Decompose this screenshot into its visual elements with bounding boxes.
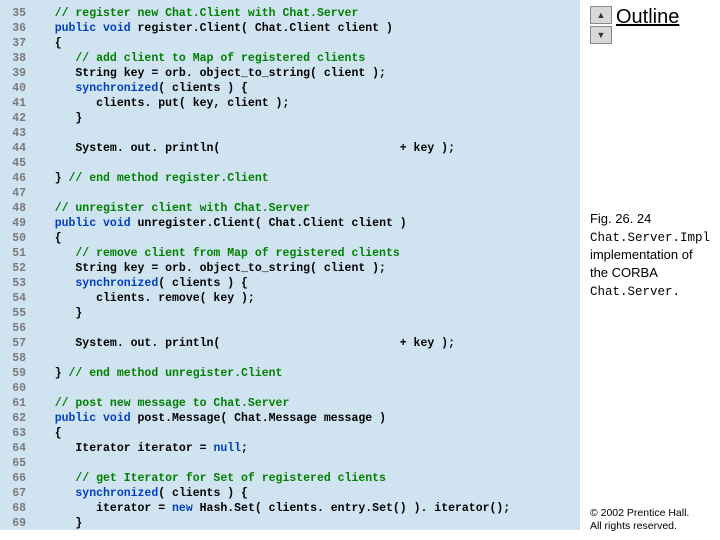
footer: © 2002 Prentice Hall. All rights reserve… <box>590 507 710 534</box>
caption-code-2: Chat.Server. <box>590 285 680 299</box>
line-number-gutter: 35 36 37 38 39 40 41 42 43 44 45 46 47 4… <box>0 6 34 530</box>
nav-up-button[interactable]: ▲ <box>590 6 612 24</box>
side-panel: ▲ ▼ Outline Fig. 26. 24 Chat.Server.Impl… <box>580 0 720 540</box>
nav-down-button[interactable]: ▼ <box>590 26 612 44</box>
caption-text: implementation of the CORBA <box>590 247 693 280</box>
code-area: 35 36 37 38 39 40 41 42 43 44 45 46 47 4… <box>0 0 580 530</box>
copyright-line: © 2002 Prentice Hall. <box>590 507 710 521</box>
figure-caption: Fig. 26. 24 Chat.Server.Impl implementat… <box>590 210 710 300</box>
code-content: // register new Chat.Client with Chat.Se… <box>34 6 580 530</box>
rights-line: All rights reserved. <box>590 520 710 534</box>
outline-heading: Outline <box>616 6 679 29</box>
caption-code-1: Chat.Server.Impl <box>590 231 710 245</box>
caption-fig: Fig. 26. 24 <box>590 211 651 226</box>
